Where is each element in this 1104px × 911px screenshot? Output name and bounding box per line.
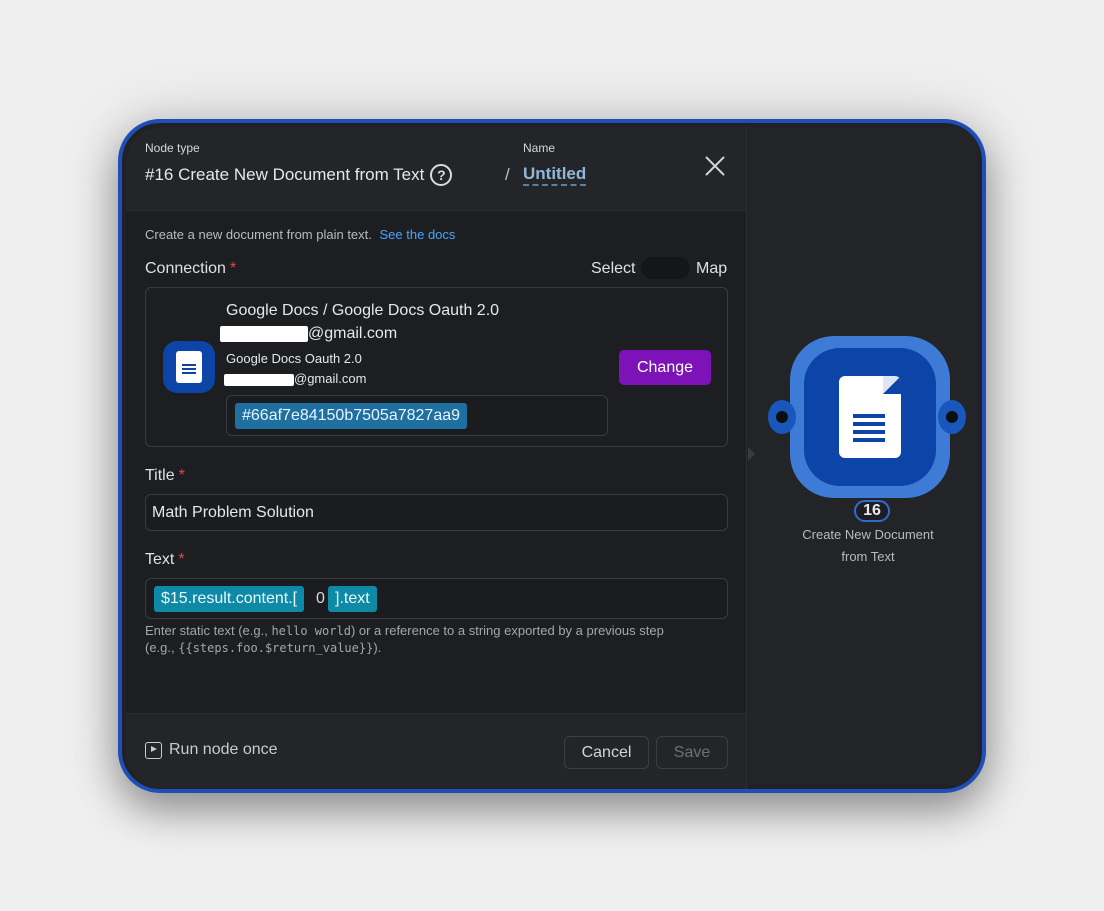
required-mark: * [178,551,185,568]
connection-label-text: Connection [145,260,226,277]
text-hint-line-1: Enter static text (e.g., hello world) or… [145,623,664,638]
close-icon[interactable] [702,153,728,179]
hint-text-2: ) or a reference to a string exported by… [350,623,664,638]
node-type-text: #16 Create New Document from Text [145,165,425,184]
caret-right-icon [748,447,755,461]
text-label-text: Text [145,551,175,568]
hint-text-3: (e.g., [145,640,175,655]
redacted-block [220,325,308,342]
text-hint-line-2: (e.g., {{steps.foo.$return_value}}). [145,640,381,655]
node-description: Create a new document from plain text. S… [145,227,455,242]
connection-card: Google Docs / Google Docs Oauth 2.0 @gma… [145,287,728,447]
hint-code: hello world [271,624,351,638]
text-label: Text * [145,551,185,569]
select-map-toggle[interactable] [641,257,690,279]
connection-app-title: Google Docs / Google Docs Oauth 2.0 [226,302,500,319]
connection-account-type: Google Docs Oauth 2.0 [226,351,362,366]
expression-chip-2: ].text [328,586,377,612]
email-suffix-2: @gmail.com [294,371,367,386]
header-separator: / [505,165,510,184]
run-node-once-button[interactable]: Run node once [145,741,278,759]
connection-id-field[interactable]: #66af7e84150b7505a7827aa9 [226,395,608,436]
email-suffix: @gmail.com [308,325,398,342]
change-connection-button[interactable]: Change [619,350,711,385]
google-docs-node-icon [839,376,901,458]
help-circle-icon[interactable]: ? [430,164,453,186]
hint-text-4: ). [373,640,382,655]
title-input[interactable]: Math Problem Solution [145,494,728,531]
toggle-map-label[interactable]: Map [696,260,727,278]
workflow-node-16[interactable]: 16 Create New Document from Text [768,336,968,564]
hint-code-2: {{steps.foo.$return_value}} [178,641,374,655]
node-output-port[interactable] [938,400,966,434]
node-number-badge: 16 [854,500,890,522]
description-text: Create a new document from plain text. [145,227,372,242]
required-mark: * [178,467,185,484]
expression-chip-1: $15.result.content.[ [154,586,305,612]
node-editor-frame: Node type #16 Create New Document from T… [118,119,986,793]
expression-index: 0 [316,590,325,607]
see-docs-link[interactable]: See the docs [380,227,456,242]
title-label-text: Title [145,467,175,484]
save-button[interactable]: Save [656,736,728,769]
play-icon [145,741,162,759]
connection-label: Connection * [145,260,236,278]
connection-id-chip: #66af7e84150b7505a7827aa9 [235,403,468,429]
node-body[interactable] [804,348,936,486]
node-label-line-2: from Text [841,549,895,564]
connection-account-email: @gmail.com [220,325,397,343]
toggle-select-label[interactable]: Select [591,260,635,278]
node-label-line-1: Create New Document [802,527,934,542]
run-once-label: Run node once [169,741,278,758]
required-mark: * [229,260,237,277]
node-type-label: Node type [145,141,200,155]
panel-header: Node type #16 Create New Document from T… [126,127,746,211]
node-input-port[interactable] [768,400,796,434]
name-label: Name [523,141,556,155]
workflow-canvas: 16 Create New Document from Text [748,127,978,785]
text-input[interactable]: $15.result.content.[ 0 ].text [145,578,728,619]
redacted-block-2 [224,373,294,386]
node-name-input[interactable]: Untitled [523,164,587,186]
hint-text: Enter static text (e.g., [145,623,268,638]
connection-account-email-2: @gmail.com [224,371,366,386]
google-docs-icon [163,341,215,393]
node-label: Create New Document from Text [768,524,968,568]
document-icon [176,351,202,383]
cancel-button[interactable]: Cancel [564,736,649,769]
node-type-value: #16 Create New Document from Text ? [145,164,453,186]
node-config-panel: Node type #16 Create New Document from T… [126,127,747,789]
title-label: Title * [145,467,185,485]
panel-footer: Run node once Cancel Save [126,713,746,789]
